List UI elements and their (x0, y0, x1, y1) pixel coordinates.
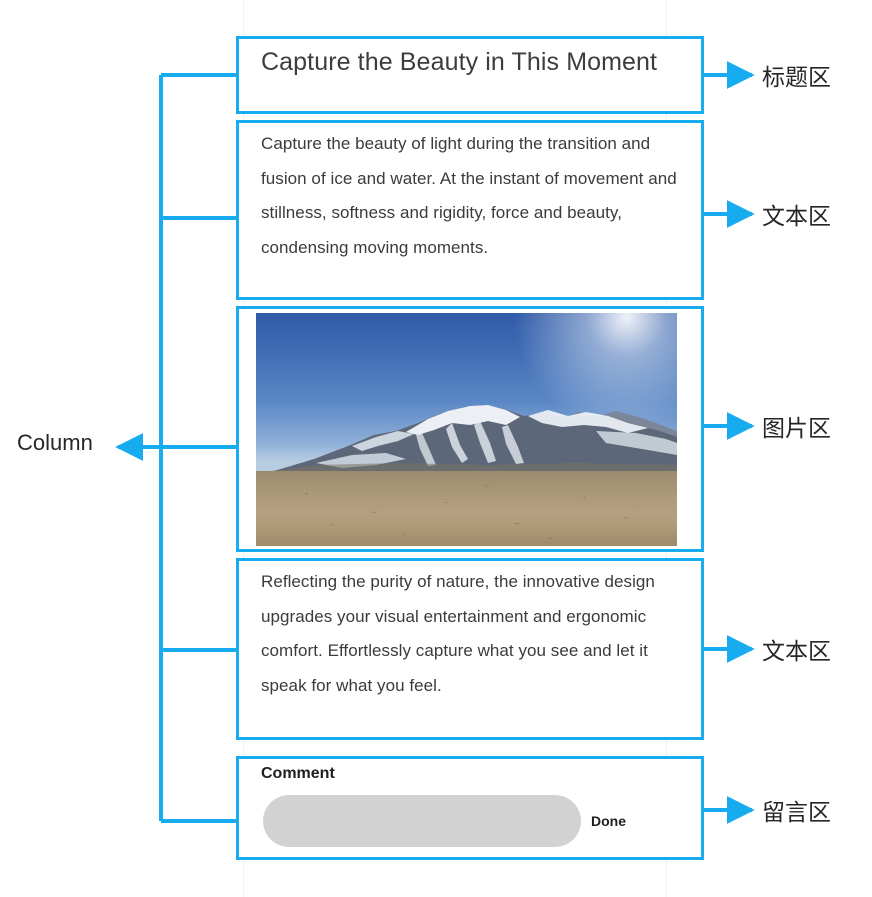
annotation-label-comment-area: 留言区 (762, 800, 831, 826)
column-label: Column (17, 430, 93, 455)
image-section (236, 306, 704, 552)
annotation-label-text-area-1: 文本区 (762, 204, 831, 230)
text-section-1: Capture the beauty of light during the t… (236, 120, 704, 300)
annotation-label-image-area: 图片区 (762, 416, 831, 442)
annotation-label-text-area-2: 文本区 (762, 639, 831, 665)
comment-input[interactable] (263, 795, 581, 847)
text-section-2: Reflecting the purity of nature, the inn… (236, 558, 704, 740)
page-title: Capture the Beauty in This Moment (261, 48, 658, 76)
comment-section: Comment Done (236, 756, 704, 860)
photo-frame (256, 313, 677, 546)
body-paragraph-2: Reflecting the purity of nature, the inn… (261, 572, 655, 695)
mountain-photo (256, 313, 677, 546)
foreground-plain (256, 471, 677, 546)
body-paragraph-1: Capture the beauty of light during the t… (261, 134, 677, 257)
annotation-label-title-area: 标题区 (762, 65, 831, 91)
annotated-layout-diagram: Column Capture the Beauty in This Moment… (0, 0, 872, 897)
title-section: Capture the Beauty in This Moment (236, 36, 704, 114)
comment-label: Comment (261, 765, 335, 782)
done-button[interactable]: Done (591, 813, 626, 829)
